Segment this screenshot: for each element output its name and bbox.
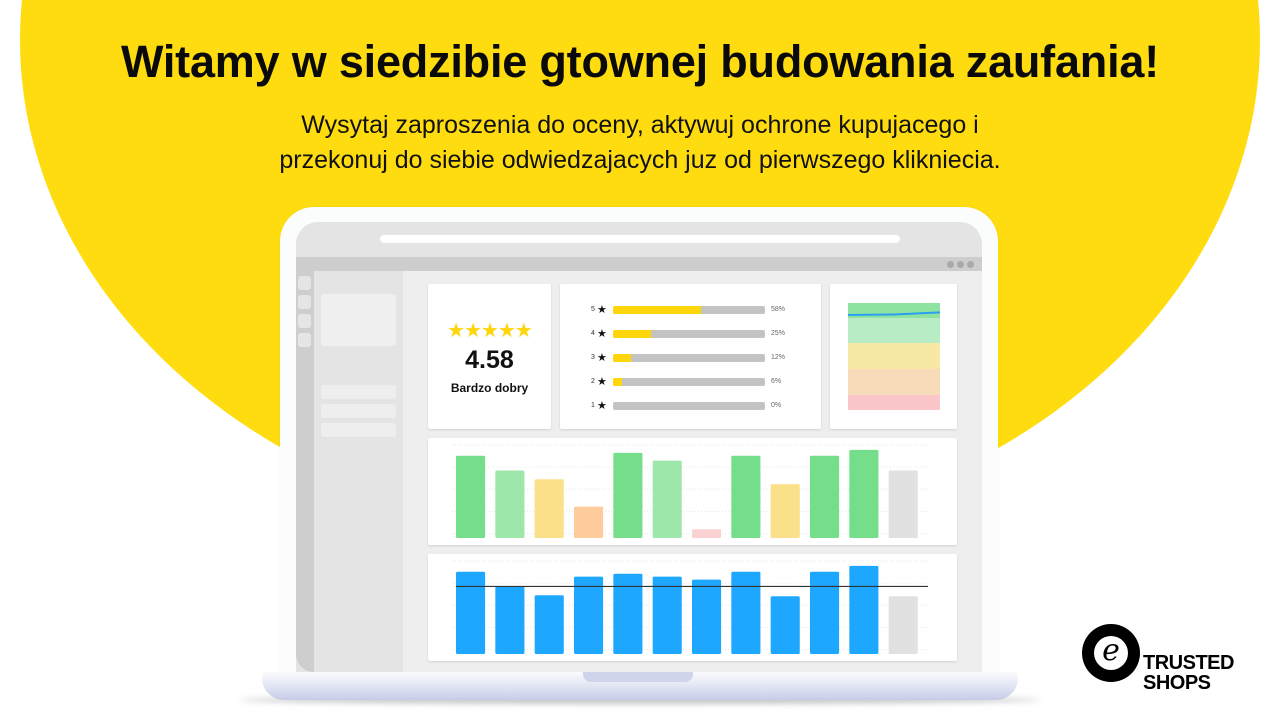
bar[interactable]	[692, 529, 722, 538]
star-icon: ★	[597, 352, 607, 364]
invites-bar-chart-card	[428, 554, 957, 661]
distribution-bar-fill	[613, 306, 702, 314]
dot-icon	[957, 261, 964, 268]
rail-button[interactable]	[298, 333, 311, 347]
bar[interactable]	[770, 484, 800, 538]
sidebar	[314, 271, 403, 672]
bar[interactable]	[692, 579, 722, 654]
trend-card	[830, 284, 957, 429]
bar[interactable]	[810, 455, 840, 538]
star-icon: ★	[597, 304, 607, 316]
star-count: 4	[591, 330, 595, 337]
star-count: 1	[591, 402, 595, 409]
laptop-screen: ★★★★★ 4.58 Bardzo dobry 5 ★ 58% 4 ★ 25% 3 ★ 12% 2…	[296, 222, 982, 672]
bar[interactable]	[731, 571, 761, 654]
rating-label: Bardzo dobry	[450, 381, 529, 395]
distribution-bar-track	[613, 378, 765, 386]
rating-distribution-card: 5 ★ 58% 4 ★ 25% 3 ★ 12% 2 ★ 6% 1 ★ 0%	[560, 284, 821, 429]
browser-toolbar	[296, 257, 982, 271]
distribution-bar-fill	[613, 330, 651, 338]
sidebar-item[interactable]	[321, 423, 396, 437]
window-menu-dots[interactable]	[947, 261, 974, 268]
bar[interactable]	[652, 460, 682, 538]
reviews-bar-chart	[452, 444, 928, 538]
page-subtitle: Wysytaj zaproszenia do oceny, aktywuj oc…	[0, 108, 1280, 178]
distribution-percent: 25%	[771, 330, 786, 337]
distribution-row: 2 ★ 6%	[560, 376, 821, 388]
star-count: 3	[591, 354, 595, 361]
bar[interactable]	[534, 479, 564, 538]
logo-line-1: TRUSTED	[1143, 652, 1234, 674]
invites-bar-chart	[452, 560, 928, 654]
bar[interactable]	[574, 506, 604, 538]
bar[interactable]	[574, 576, 604, 654]
reviews-bar-chart-card	[428, 438, 957, 545]
laptop-notch	[583, 672, 693, 682]
distribution-row: 3 ★ 12%	[560, 352, 821, 364]
distribution-bar-track	[613, 330, 765, 338]
dot-icon	[967, 261, 974, 268]
bar[interactable]	[613, 452, 643, 538]
bar[interactable]	[534, 595, 564, 654]
rating-stars-icon: ★★★★★	[447, 320, 533, 342]
distribution-row: 1 ★ 0%	[560, 400, 821, 412]
distribution-percent: 0%	[771, 402, 782, 409]
bar[interactable]	[849, 565, 879, 654]
trend-chart	[848, 303, 940, 410]
subtitle-line-2: przekonuj do siebie odwiedzajacych juz o…	[279, 146, 1001, 174]
distribution-percent: 58%	[771, 306, 786, 313]
distribution-bar-fill	[613, 378, 623, 386]
star-count: 2	[591, 378, 595, 385]
rail-button[interactable]	[298, 276, 311, 290]
dot-icon	[947, 261, 954, 268]
rail-button[interactable]	[298, 314, 311, 328]
distribution-bar-track	[613, 354, 765, 362]
sidebar-placeholder-block	[321, 294, 396, 346]
star-icon: ★	[597, 328, 607, 340]
distribution-bar-track	[613, 306, 765, 314]
distribution-percent: 12%	[771, 354, 786, 361]
rating-card: ★★★★★ 4.58 Bardzo dobry	[428, 284, 551, 429]
bar[interactable]	[652, 576, 682, 654]
subtitle-line-1: Wysytaj zaproszenia do oceny, aktywuj oc…	[301, 111, 979, 139]
distribution-bar-fill	[613, 354, 632, 362]
bar[interactable]	[849, 449, 879, 538]
distribution-row: 5 ★ 58%	[560, 304, 821, 316]
rail-button[interactable]	[298, 295, 311, 309]
bar[interactable]	[731, 455, 761, 538]
trend-line	[848, 311, 940, 317]
bar[interactable]	[456, 571, 486, 654]
bar[interactable]	[495, 470, 525, 538]
sidebar-item[interactable]	[321, 385, 396, 399]
star-count: 5	[591, 306, 595, 313]
logo-line-2: SHOPS	[1143, 672, 1211, 694]
icon-rail	[296, 271, 314, 672]
distribution-bar-track	[613, 402, 765, 410]
sidebar-item[interactable]	[321, 404, 396, 418]
distribution-percent: 6%	[771, 378, 782, 385]
bar[interactable]	[456, 455, 486, 538]
page-title: Witamy w siedzibie gtownej budowania zau…	[120, 36, 1160, 87]
logo-wordmark: TRUSTED SHOPS	[1143, 653, 1234, 693]
distribution-row: 4 ★ 25%	[560, 328, 821, 340]
bar[interactable]	[888, 470, 918, 538]
bar[interactable]	[888, 596, 918, 654]
bar[interactable]	[770, 596, 800, 654]
star-icon: ★	[597, 400, 607, 412]
dashboard-main: ★★★★★ 4.58 Bardzo dobry 5 ★ 58% 4 ★ 25% 3 ★ 12% 2…	[403, 271, 982, 672]
rating-score: 4.58	[465, 346, 514, 374]
star-icon: ★	[597, 376, 607, 388]
address-bar[interactable]	[380, 235, 900, 243]
bar[interactable]	[613, 573, 643, 654]
bar[interactable]	[495, 586, 525, 654]
trusted-shops-e-icon: e	[1082, 624, 1140, 682]
bar[interactable]	[810, 571, 840, 654]
